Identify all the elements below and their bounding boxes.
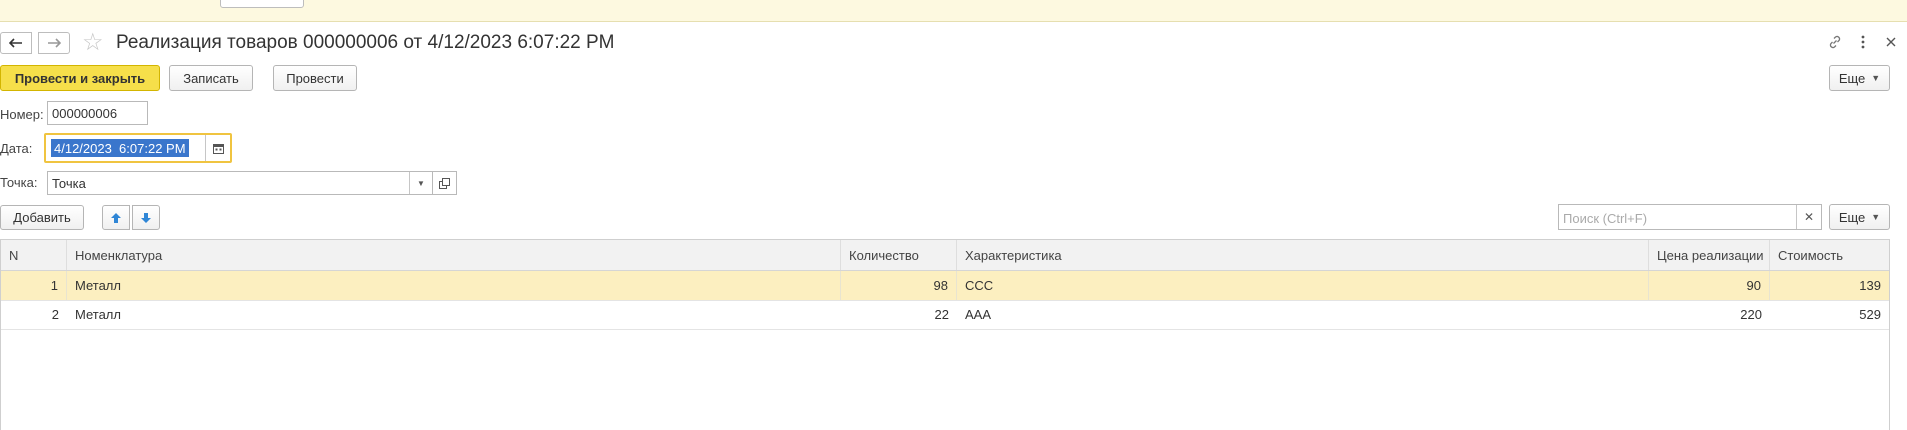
table-header: N Номенклатура Количество Характеристика… bbox=[1, 240, 1889, 271]
number-label: Номер: bbox=[0, 107, 44, 122]
link-icon[interactable] bbox=[1824, 31, 1846, 53]
post-and-close-button[interactable]: Провести и закрыть bbox=[0, 65, 160, 91]
cell-cost[interactable]: 529 bbox=[1770, 300, 1889, 329]
arrow-up-icon bbox=[111, 212, 121, 223]
table-more-button[interactable]: Еще ▼ bbox=[1829, 204, 1890, 230]
number-field[interactable]: 000000006 bbox=[47, 101, 148, 125]
cell-qty[interactable]: 98 bbox=[841, 271, 957, 300]
table-more-label: Еще bbox=[1838, 209, 1866, 225]
column-header-qty[interactable]: Количество bbox=[841, 240, 957, 270]
arrow-left-icon bbox=[9, 38, 22, 48]
column-header-n[interactable]: N bbox=[1, 240, 67, 270]
arrow-down-icon bbox=[141, 212, 151, 223]
dropdown-icon[interactable]: ▼ bbox=[409, 172, 432, 194]
top-panel-button[interactable] bbox=[220, 0, 304, 8]
goods-table: N Номенклатура Количество Характеристика… bbox=[0, 239, 1890, 430]
cell-characteristic[interactable]: ССС bbox=[957, 271, 1649, 300]
column-header-cost[interactable]: Стоимость bbox=[1770, 240, 1889, 270]
table-row[interactable]: 1 Металл 98 ССС 90 139 bbox=[1, 271, 1889, 301]
star-icon[interactable]: ☆ bbox=[82, 30, 104, 56]
column-header-price[interactable]: Цена реализации bbox=[1649, 240, 1770, 270]
open-form-icon[interactable] bbox=[432, 171, 457, 195]
table-row[interactable]: 2 Металл 22 ААА 220 529 bbox=[1, 300, 1889, 330]
date-field[interactable]: 4/12/2023 6:07:22 PM bbox=[44, 133, 232, 163]
search-field[interactable]: ✕ bbox=[1558, 204, 1822, 230]
add-button[interactable]: Добавить bbox=[0, 205, 84, 230]
chevron-down-icon: ▼ bbox=[1871, 73, 1881, 83]
column-header-item[interactable]: Номенклатура bbox=[67, 240, 841, 270]
calendar-icon[interactable] bbox=[205, 135, 230, 161]
top-panel-strip bbox=[0, 0, 1907, 22]
column-header-characteristic[interactable]: Характеристика bbox=[957, 240, 1649, 270]
point-label: Точка: bbox=[0, 175, 38, 190]
search-input[interactable] bbox=[1561, 207, 1791, 229]
cell-qty[interactable]: 22 bbox=[841, 300, 957, 329]
cell-price[interactable]: 220 bbox=[1649, 300, 1770, 329]
cell-n[interactable]: 2 bbox=[1, 300, 67, 329]
close-icon[interactable] bbox=[1880, 31, 1902, 53]
cell-item[interactable]: Металл bbox=[67, 271, 841, 300]
date-value[interactable]: 4/12/2023 6:07:22 PM bbox=[51, 139, 189, 157]
arrow-right-icon bbox=[48, 38, 61, 48]
move-up-button[interactable] bbox=[102, 205, 130, 230]
save-button[interactable]: Записать bbox=[169, 65, 253, 91]
cell-cost[interactable]: 139 bbox=[1770, 271, 1889, 300]
post-button[interactable]: Провести bbox=[273, 65, 357, 91]
cell-price[interactable]: 90 bbox=[1649, 271, 1770, 300]
more-button-label: Еще bbox=[1838, 70, 1866, 86]
more-button[interactable]: Еще ▼ bbox=[1829, 65, 1890, 91]
more-vertical-icon[interactable] bbox=[1852, 31, 1874, 53]
date-label: Дата: bbox=[0, 141, 33, 156]
move-down-button[interactable] bbox=[132, 205, 160, 230]
chevron-down-icon: ▼ bbox=[1871, 212, 1881, 222]
cell-item[interactable]: Металл bbox=[67, 300, 841, 329]
back-button[interactable] bbox=[0, 32, 32, 54]
page-title: Реализация товаров 000000006 от 4/12/202… bbox=[116, 32, 615, 53]
clear-search-icon[interactable]: ✕ bbox=[1796, 205, 1821, 229]
cell-n[interactable]: 1 bbox=[1, 271, 67, 300]
cell-characteristic[interactable]: ААА bbox=[957, 300, 1649, 329]
point-select[interactable]: Точка ▼ bbox=[47, 171, 433, 195]
point-value: Точка bbox=[52, 175, 86, 191]
forward-button[interactable] bbox=[38, 32, 70, 54]
